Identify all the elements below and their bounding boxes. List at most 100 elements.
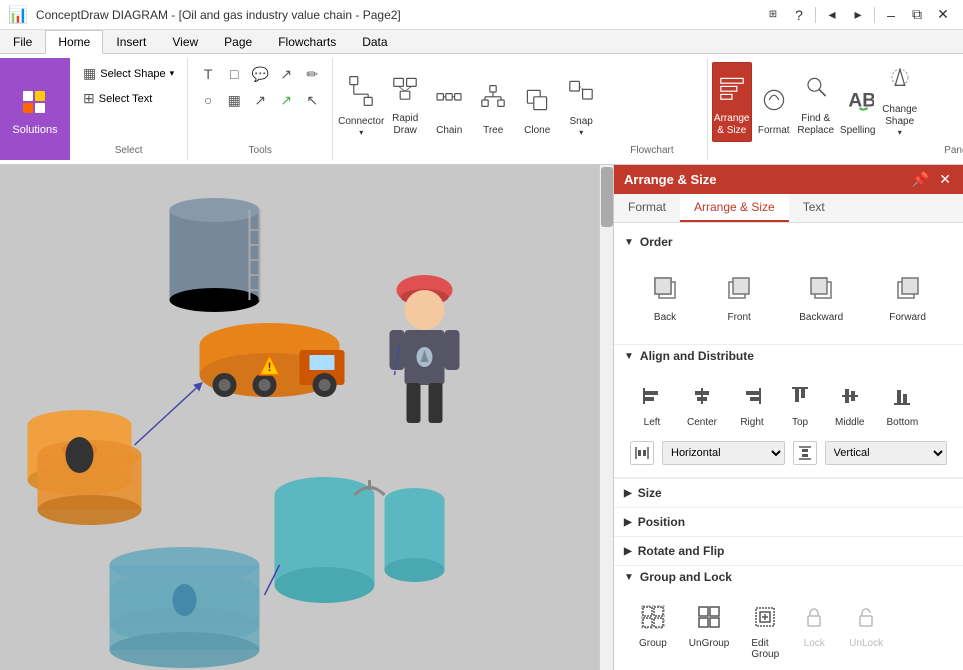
nav-fwd-btn[interactable]: ▸ [846, 3, 870, 27]
nav-back-btn[interactable]: ◂ [820, 3, 844, 27]
canvas-scroll-thumb[interactable] [601, 167, 613, 227]
tools-section-footer: Tools [196, 141, 324, 156]
select-shape-dropdown-icon: ▾ [170, 68, 175, 79]
ungroup-btn[interactable]: UnGroup [680, 600, 739, 665]
tab-view[interactable]: View [159, 30, 211, 54]
lock-btn[interactable]: Lock [792, 600, 836, 665]
align-center-icon [690, 384, 714, 413]
align-section-header[interactable]: ▼ Align and Distribute [614, 345, 963, 367]
select-text-icon: ⊞ [83, 90, 95, 107]
unlock-icon [854, 605, 878, 634]
tab-data[interactable]: Data [349, 30, 400, 54]
panel-tab-format[interactable]: Format [614, 194, 680, 222]
tool-grid-btn[interactable]: ▦ [222, 88, 246, 112]
order-section-header[interactable]: ▼ Order [614, 231, 963, 253]
unlock-btn[interactable]: UnLock [840, 600, 892, 665]
connector-btn[interactable]: Connector ▾ [341, 62, 381, 142]
select-text-label: Select Text [99, 93, 153, 105]
tool-pen-btn[interactable]: ✏ [300, 62, 324, 86]
align-section-title: Align and Distribute [640, 349, 754, 363]
tab-home[interactable]: Home [45, 30, 103, 54]
rapid-draw-icon [389, 72, 421, 111]
order-front-icon [725, 274, 753, 308]
tab-file[interactable]: File [0, 30, 45, 54]
tree-label: Tree [483, 125, 503, 137]
format-btn[interactable]: Format [754, 62, 794, 142]
change-shape-btn[interactable]: ChangeShape ▾ [880, 62, 920, 142]
tool-rect-btn[interactable]: □ [222, 62, 246, 86]
edit-group-btn[interactable]: EditGroup [742, 600, 788, 665]
tree-btn[interactable]: Tree [473, 62, 513, 142]
group-btn[interactable]: Group [630, 600, 676, 665]
order-front-btn[interactable]: Front [716, 269, 762, 328]
tool-pointer-btn[interactable]: ↖ [300, 88, 324, 112]
order-backward-btn[interactable]: Backward [790, 269, 852, 328]
edit-group-label: EditGroup [751, 638, 779, 660]
group-section-header[interactable]: ▼ Group and Lock [614, 566, 963, 588]
ribbon: File Home Insert View Page Flowcharts Da… [0, 30, 963, 165]
window-options-btn[interactable]: ⊞ [761, 3, 785, 27]
tool-callout-btn[interactable]: 💬 [248, 62, 272, 86]
size-section-header[interactable]: ▶ Size [614, 479, 963, 507]
arrange-size-btn[interactable]: Arrange& Size [712, 62, 752, 142]
tool-ellipse-btn[interactable]: ○ [196, 88, 220, 112]
position-section-header[interactable]: ▶ Position [614, 508, 963, 536]
panel-content: ▼ Order Back [614, 223, 963, 670]
align-right-btn[interactable]: Right [730, 379, 774, 433]
align-center-btn[interactable]: Center [678, 379, 726, 433]
canvas-area[interactable]: ! [0, 165, 613, 670]
size-section-title: Size [638, 486, 662, 500]
spelling-btn[interactable]: ABC Spelling [838, 62, 878, 142]
select-shape-btn[interactable]: ▦ Select Shape ▾ [78, 62, 179, 85]
tool-arrow-btn[interactable]: ↗ [248, 88, 272, 112]
tool-curve-btn[interactable]: ↗ [274, 88, 298, 112]
distribute-h-icon [630, 441, 654, 465]
tab-insert[interactable]: Insert [103, 30, 159, 54]
tab-page[interactable]: Page [211, 30, 265, 54]
order-back-btn[interactable]: Back [642, 269, 688, 328]
distribute-h-select[interactable]: Horizontal Vertical [662, 441, 785, 465]
connector-label: Connector [338, 116, 384, 128]
rotate-section-header[interactable]: ▶ Rotate and Flip [614, 537, 963, 565]
chain-btn[interactable]: Chain [429, 62, 469, 142]
order-forward-label: Forward [889, 312, 926, 323]
select-text-btn[interactable]: ⊞ Select Text [78, 87, 179, 110]
clone-icon [521, 84, 553, 123]
chain-icon [433, 84, 465, 123]
order-section-body: Back Front [614, 253, 963, 344]
tool-text-btn[interactable]: T [196, 62, 220, 86]
distribute-v-select[interactable]: Vertical Horizontal [825, 441, 948, 465]
ribbon-content: Solutions ▦ Select Shape ▾ ⊞ Select Text… [0, 54, 963, 164]
rapid-draw-btn[interactable]: RapidDraw [385, 62, 425, 142]
tool-line-btn[interactable]: ↗ [274, 62, 298, 86]
align-top-btn[interactable]: Top [778, 379, 822, 433]
align-arrow-icon: ▼ [624, 351, 634, 362]
align-middle-btn[interactable]: Middle [826, 379, 873, 433]
order-forward-btn[interactable]: Forward [880, 269, 935, 328]
size-arrow-icon: ▶ [624, 488, 632, 499]
clone-btn[interactable]: Clone [517, 62, 557, 142]
tab-flowcharts[interactable]: Flowcharts [265, 30, 349, 54]
close-btn[interactable]: ✕ [931, 3, 955, 27]
unlock-label: UnLock [849, 638, 883, 649]
align-left-btn[interactable]: Left [630, 379, 674, 433]
panel-close-btn[interactable]: ✕ [937, 171, 953, 188]
restore-btn[interactable]: ⧉ [905, 3, 929, 27]
select-section-label: Select [78, 141, 179, 156]
solutions-icon [19, 83, 51, 122]
arrange-size-icon [716, 72, 748, 111]
find-replace-btn[interactable]: Find &Replace [796, 62, 836, 142]
solutions-button[interactable]: Solutions [0, 58, 70, 160]
panel-tab-text[interactable]: Text [789, 194, 839, 222]
select-shape-icon: ▦ [83, 65, 96, 82]
align-right-icon [740, 384, 764, 413]
canvas-scrollbar-v[interactable] [599, 165, 613, 670]
panel-pin-btn[interactable]: 📌 [910, 171, 931, 188]
snap-btn[interactable]: Snap ▾ [561, 62, 601, 142]
align-bottom-btn[interactable]: Bottom [877, 379, 927, 433]
distribute-v-icon [793, 441, 817, 465]
panel-tab-arrange[interactable]: Arrange & Size [680, 194, 789, 222]
minimize-btn[interactable]: ‒ [879, 3, 903, 27]
help-btn[interactable]: ? [787, 3, 811, 27]
ungroup-label: UnGroup [689, 638, 730, 649]
